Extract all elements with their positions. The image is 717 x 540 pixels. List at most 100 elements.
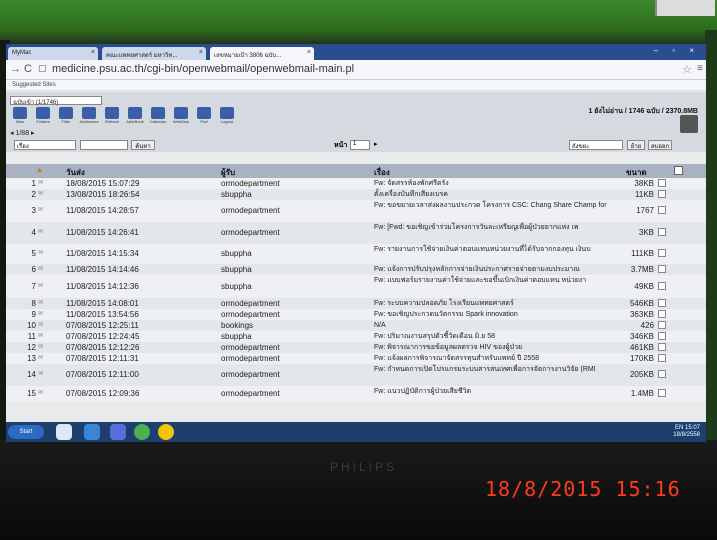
message-subject[interactable]: Fw: แนวปฏิบัติการผู้ป่วยเสียชีวิต — [374, 387, 646, 396]
message-subject[interactable]: Fw: [Fwd: ขอเชิญเข้าร่วมโครงการวันละเหรี… — [374, 223, 646, 232]
move-target-select[interactable]: ถังขยะ — [569, 140, 623, 150]
message-row[interactable]: 10 ✉ 07/08/2015 12:25:11 bookings N/A 426 — [6, 320, 706, 331]
folder-select[interactable]: ฉบับเข้า (1/1746) — [10, 96, 102, 106]
message-subject[interactable]: Fw: กำหนดการเปิดโปรแกรมระบบสารสนเทศเพื่อ… — [374, 365, 646, 374]
message-from[interactable]: bookings — [221, 321, 253, 330]
message-row[interactable]: 11 ✉ 07/08/2015 12:24:45 sbuppha Fw: ปริมาณง… — [6, 331, 706, 342]
message-subject[interactable]: Fw: แจ้งผลการพิจารณาจัดสรรทุนสำหรับแพทย์… — [374, 354, 646, 363]
close-icon[interactable]: × — [91, 49, 95, 56]
app-icon[interactable] — [158, 424, 174, 440]
message-row[interactable]: 5 ✉ 11/08/2015 14:15:34 sbuppha Fw: รายงานกา… — [6, 244, 706, 264]
delete-button[interactable]: ลบออก — [648, 140, 672, 150]
toolbar-button-addrbook[interactable]: AddrBook — [125, 107, 145, 124]
message-from[interactable]: ormodepartment — [221, 370, 280, 379]
message-from[interactable]: sbuppha — [221, 190, 252, 199]
next-page-icon[interactable]: ▸ — [374, 140, 378, 148]
star-icon[interactable]: ☆ — [682, 63, 692, 76]
message-row[interactable]: 3 ✉ 11/08/2015 14:28:57 ormodepartment Fw: ข… — [6, 200, 706, 222]
start-button[interactable]: Start — [8, 425, 44, 439]
system-tray[interactable]: EN 15:07 18/8/2558 — [673, 425, 700, 439]
message-subject[interactable]: Fw: แจ้งการปรับปรุงหลักการจ่ายเงินประกาศ… — [374, 265, 646, 274]
message-from[interactable]: ormodepartment — [221, 343, 280, 352]
tab-webmail[interactable]: เลขหมายเป้า 3806 ฉบับ... × — [210, 47, 314, 60]
url-input[interactable]: medicine.psu.ac.th/cgi-bin/openwebmail/o… — [52, 63, 354, 75]
search-field-select[interactable]: เรื่อง — [14, 140, 76, 150]
message-subject[interactable]: Fw: จัดสรรห้องพักศรีตรัง — [374, 179, 646, 188]
message-subject[interactable]: Fw: ขอเชิญประกวดนวัตกรรม Spark innovatio… — [374, 310, 646, 319]
message-checkbox[interactable] — [658, 265, 666, 273]
page-navigation[interactable]: ◂ 1/88 ▸ — [10, 129, 35, 137]
chrome-icon[interactable] — [134, 424, 150, 440]
message-row[interactable]: 13 ✉ 07/08/2015 12:11:31 ormodepartment Fw: … — [6, 353, 706, 364]
message-from[interactable]: ormodepartment — [221, 299, 280, 308]
toolbar-button-addresses[interactable]: Addresses — [79, 107, 99, 124]
message-checkbox[interactable] — [658, 370, 666, 378]
message-from[interactable]: ormodepartment — [221, 354, 280, 363]
message-subject[interactable]: Fw: ขอขยายเวลาส่งผลงานประกวด โครงการ CSC… — [374, 201, 646, 210]
message-checkbox[interactable] — [658, 389, 666, 397]
message-subject[interactable]: Fw: พิจารณาการขอข้อมูลผลตรวจ HIV ของผู้ป… — [374, 343, 646, 352]
message-row[interactable]: 15 ✉ 07/08/2015 12:09:36 ormodepartment Fw: … — [6, 386, 706, 402]
trash-icon[interactable] — [680, 115, 698, 133]
message-row[interactable]: 12 ✉ 07/08/2015 12:12:26 ormodepartment Fw: … — [6, 342, 706, 353]
toolbar-button-calendar[interactable]: Calendar — [148, 107, 168, 124]
reload-icon[interactable]: C — [24, 63, 32, 75]
toolbar-button-logout[interactable]: Logout — [217, 107, 237, 124]
window-controls[interactable]: – ▫ × — [654, 46, 700, 55]
toolbar-button-new[interactable]: New — [10, 107, 30, 124]
message-row[interactable]: 6 ✉ 11/08/2015 14:14:46 sbuppha Fw: แจ้งการป… — [6, 264, 706, 275]
message-from[interactable]: ormodepartment — [221, 228, 280, 237]
message-from[interactable]: sbuppha — [221, 249, 252, 258]
message-row[interactable]: 4 ✉ 11/08/2015 14:26:41 ormodepartment Fw: [… — [6, 222, 706, 244]
message-subject[interactable]: ตั้งเครื่องบันทึกเสียงเบรค — [374, 190, 646, 199]
message-row[interactable]: 2 ✉ 13/08/2015 18:26:54 sbuppha ตั้งเครื่องบ… — [6, 189, 706, 200]
message-from[interactable]: ormodepartment — [221, 206, 280, 215]
message-from[interactable]: sbuppha — [221, 282, 252, 291]
back-arrow-icon[interactable]: → — [10, 63, 21, 75]
move-button[interactable]: ย้าย — [627, 140, 645, 150]
message-checkbox[interactable] — [658, 354, 666, 362]
message-checkbox[interactable] — [658, 228, 666, 236]
message-from[interactable]: sbuppha — [221, 265, 252, 274]
message-row[interactable]: 14 ✉ 07/08/2015 12:11:00 ormodepartment Fw: … — [6, 364, 706, 386]
toolbar-button-refresh[interactable]: Refresh — [102, 107, 122, 124]
menu-icon[interactable]: ≡ — [697, 63, 703, 74]
page-select[interactable]: 1 — [350, 140, 370, 150]
toolbar-button-webdisk[interactable]: WebDisk — [171, 107, 191, 124]
message-row[interactable]: 1 ✉ 18/08/2015 15:07:29 ormodepartment Fw: จ… — [6, 178, 706, 189]
close-icon[interactable]: × — [307, 49, 311, 56]
select-all-checkbox[interactable] — [674, 166, 683, 175]
message-subject[interactable]: N/A — [374, 321, 646, 330]
message-checkbox[interactable] — [658, 282, 666, 290]
message-checkbox[interactable] — [658, 249, 666, 257]
message-checkbox[interactable] — [658, 190, 666, 198]
toolbar-button-pref[interactable]: Pref — [194, 107, 214, 124]
message-checkbox[interactable] — [658, 179, 666, 187]
tab-medicine[interactable]: คณะแพทยศาสตร์ มหาวิท... × — [102, 47, 206, 60]
message-from[interactable]: ormodepartment — [221, 179, 280, 188]
suggested-sites-link[interactable]: Suggested Sites — [12, 82, 56, 88]
message-checkbox[interactable] — [658, 310, 666, 318]
message-from[interactable]: sbuppha — [221, 332, 252, 341]
message-from[interactable]: ormodepartment — [221, 310, 280, 319]
message-from[interactable]: ormodepartment — [221, 389, 280, 398]
message-subject[interactable]: Fw: ปริมาณงานสรุปตัวชี้วัดเดือน มิ.ย 58 — [374, 332, 646, 341]
message-row[interactable]: 9 ✉ 11/08/2015 13:54:56 ormodepartment Fw: ข… — [6, 309, 706, 320]
message-row[interactable]: 8 ✉ 11/08/2015 14:08:01 ormodepartment Fw: ร… — [6, 298, 706, 309]
toolbar-button-folders[interactable]: Folders — [33, 107, 53, 124]
message-checkbox[interactable] — [658, 343, 666, 351]
ie-icon[interactable] — [84, 424, 100, 440]
toolbar-button-filter[interactable]: Filter — [56, 107, 76, 124]
message-checkbox[interactable] — [658, 332, 666, 340]
message-subject[interactable]: Fw: แบบฟอร์มรายงานค่าใช้จ่ายและขอขึ้นเบิ… — [374, 276, 646, 285]
media-player-icon[interactable] — [110, 424, 126, 440]
message-checkbox[interactable] — [658, 321, 666, 329]
tab-mymac[interactable]: MyMac × — [8, 47, 98, 60]
message-subject[interactable]: Fw: รายงานการใช้จ่ายเงินค่าตอบแทนหน่วยงา… — [374, 245, 646, 254]
search-button[interactable]: ค้นหา — [131, 140, 155, 150]
message-checkbox[interactable] — [658, 299, 666, 307]
message-subject[interactable]: Fw: ระบบความปลอดภัย โรงเรียนแพทยศาสตร์ — [374, 299, 646, 308]
folder-icon[interactable] — [56, 424, 72, 440]
close-icon[interactable]: × — [199, 49, 203, 56]
message-checkbox[interactable] — [658, 206, 666, 214]
